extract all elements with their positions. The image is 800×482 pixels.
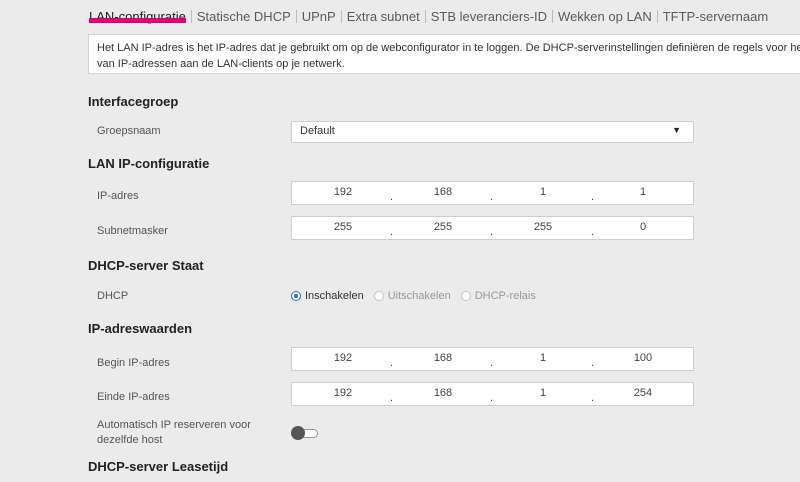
radio-inschakelen-label: Inschakelen: [305, 290, 364, 302]
begin-octet-1[interactable]: 192: [313, 352, 373, 364]
end-octet-1[interactable]: 192: [313, 387, 373, 399]
auto-reserve-label-line-1: Automatisch IP reserveren voor: [97, 419, 251, 431]
info-text-line-2: van IP-adressen aan de LAN-clients op je…: [97, 58, 345, 70]
section-title-interfacegroep: Interfacegroep: [88, 94, 179, 109]
tab-divider: [190, 10, 192, 23]
radio-uitschakelen[interactable]: Uitschakelen: [373, 290, 451, 302]
octet-dot: .: [490, 392, 494, 404]
dhcp-radio-group: Inschakelen Uitschakelen DHCP-relais: [291, 290, 546, 302]
end-octet-2[interactable]: 168: [413, 387, 473, 399]
end-ip-field: 192 . 168 . 1 . 254: [291, 382, 694, 406]
octet-dot: .: [591, 357, 595, 369]
tab-divider: [340, 10, 342, 23]
begin-octet-4[interactable]: 100: [613, 352, 673, 364]
radio-dhcp-relais-label: DHCP-relais: [474, 290, 536, 302]
ip-address-label: IP-adres: [97, 190, 139, 202]
tab-divider: [424, 10, 426, 23]
begin-ip-field: 192 . 168 . 1 . 100: [291, 347, 694, 371]
ip-octet-1[interactable]: 192: [313, 186, 373, 198]
tab-lan-configuratie[interactable]: LAN-configuratie: [89, 9, 186, 24]
begin-octet-3[interactable]: 1: [513, 352, 573, 364]
info-text-line-1: Het LAN IP-adres is het IP-adres dat je …: [97, 42, 800, 54]
end-ip-label: Einde IP-adres: [97, 391, 170, 403]
octet-dot: .: [490, 226, 494, 238]
subnet-mask-label: Subnetmasker: [97, 225, 168, 237]
auto-reserve-toggle[interactable]: [291, 426, 319, 440]
tab-tftp-servernaam[interactable]: TFTP-servernaam: [663, 9, 768, 24]
section-title-lease: DHCP-server Leasetijd: [88, 459, 229, 474]
octet-dot: .: [591, 226, 595, 238]
begin-octet-2[interactable]: 168: [413, 352, 473, 364]
tab-divider: [295, 10, 297, 23]
tab-upnp[interactable]: UPnP: [302, 9, 336, 24]
octet-dot: .: [591, 191, 595, 203]
octet-dot: .: [390, 392, 394, 404]
tab-divider: [552, 10, 554, 23]
radio-unselected-icon: [460, 291, 471, 301]
end-octet-4[interactable]: 254: [613, 387, 673, 399]
group-name-value: Default: [300, 125, 335, 137]
group-name-select[interactable]: Default ▼: [291, 121, 694, 143]
ip-address-field: 192 . 168 . 1 . 1: [291, 181, 694, 205]
octet-dot: .: [490, 357, 494, 369]
tab-wekken-op-lan[interactable]: Wekken op LAN: [558, 9, 652, 24]
subnet-mask-field: 255 . 255 . 255 . 0: [291, 216, 694, 240]
octet-dot: .: [490, 191, 494, 203]
toggle-knob: [291, 426, 305, 440]
ip-octet-3[interactable]: 1: [513, 186, 573, 198]
mask-octet-3[interactable]: 255: [513, 221, 573, 233]
octet-dot: .: [390, 191, 394, 203]
ip-octet-4[interactable]: 1: [613, 186, 673, 198]
dhcp-label: DHCP: [97, 290, 129, 302]
group-name-label: Groepsnaam: [97, 125, 161, 137]
mask-octet-1[interactable]: 255: [313, 221, 373, 233]
section-title-ip-range: IP-adreswaarden: [88, 321, 193, 336]
octet-dot: .: [390, 226, 394, 238]
chevron-down-icon: ▼: [672, 125, 681, 135]
tab-statische-dhcp[interactable]: Statische DHCP: [197, 9, 291, 24]
radio-uitschakelen-label: Uitschakelen: [387, 290, 451, 302]
tab-divider: [656, 10, 658, 23]
tab-stb-leveranciers-id[interactable]: STB leveranciers-ID: [431, 9, 547, 24]
ip-octet-2[interactable]: 168: [413, 186, 473, 198]
radio-dhcp-relais[interactable]: DHCP-relais: [460, 290, 536, 302]
begin-ip-label: Begin IP-adres: [97, 357, 170, 369]
mask-octet-4[interactable]: 0: [613, 221, 673, 233]
tab-bar: LAN-configuratie Statische DHCP UPnP Ext…: [89, 9, 768, 24]
auto-reserve-label-line-2: dezelfde host: [97, 434, 163, 446]
end-octet-3[interactable]: 1: [513, 387, 573, 399]
info-box: Het LAN IP-adres is het IP-adres dat je …: [88, 34, 800, 74]
octet-dot: .: [591, 392, 595, 404]
section-title-lan-ip: LAN IP-configuratie: [88, 156, 210, 171]
mask-octet-2[interactable]: 255: [413, 221, 473, 233]
radio-inschakelen[interactable]: Inschakelen: [291, 290, 364, 302]
octet-dot: .: [390, 357, 394, 369]
radio-unselected-icon: [373, 291, 384, 301]
radio-selected-icon: [291, 291, 301, 301]
section-title-dhcp-state: DHCP-server Staat: [88, 258, 204, 273]
tab-extra-subnet[interactable]: Extra subnet: [347, 9, 420, 24]
auto-reserve-label: Automatisch IP reserveren voor dezelfde …: [97, 418, 251, 448]
